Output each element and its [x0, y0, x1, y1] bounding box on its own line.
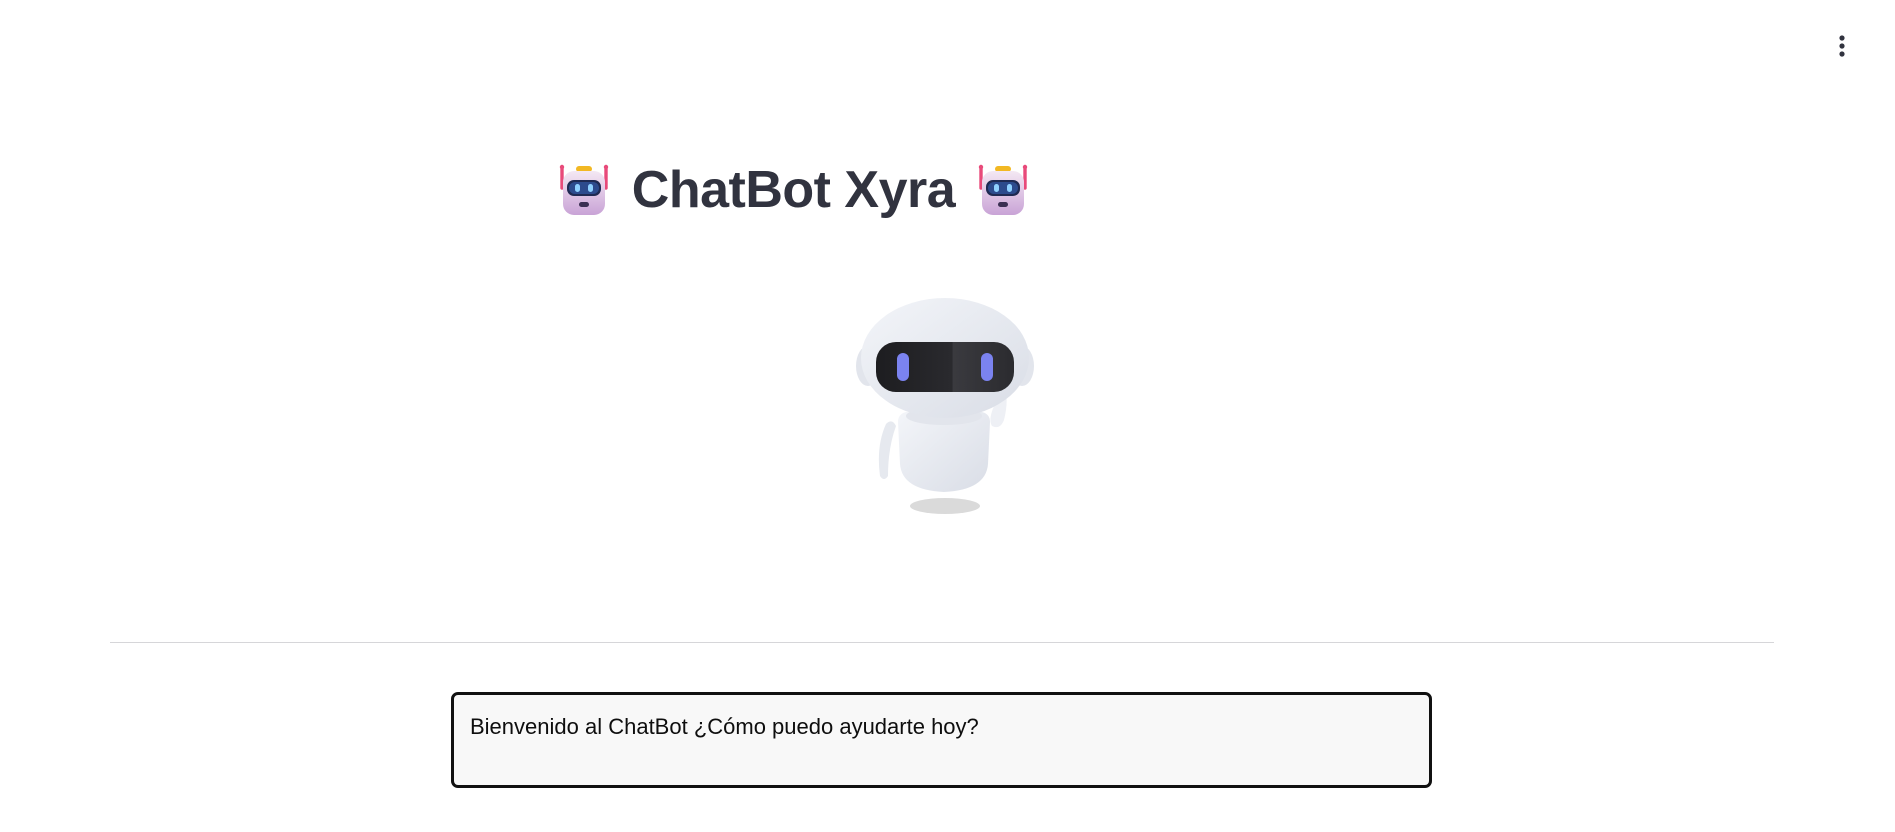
- robot-face-icon: [559, 164, 608, 215]
- page-title: ChatBot Xyra: [631, 161, 956, 219]
- divider: [110, 642, 1774, 643]
- chat-message-box[interactable]: Bienvenido al ChatBot ¿Cómo puedo ayudar…: [451, 692, 1432, 788]
- welcome-message: Bienvenido al ChatBot ¿Cómo puedo ayudar…: [470, 714, 979, 739]
- main-menu-button[interactable]: [1826, 30, 1858, 62]
- robot-face-icon: [979, 164, 1028, 215]
- vertical-ellipsis-icon: [1839, 35, 1845, 57]
- title-row: ChatBot Xyra: [0, 160, 1895, 220]
- robot-mascot-icon: [856, 298, 1034, 514]
- app-page: ChatBot Xyra Bienvenido al ChatBot ¿Cómo…: [0, 0, 1895, 832]
